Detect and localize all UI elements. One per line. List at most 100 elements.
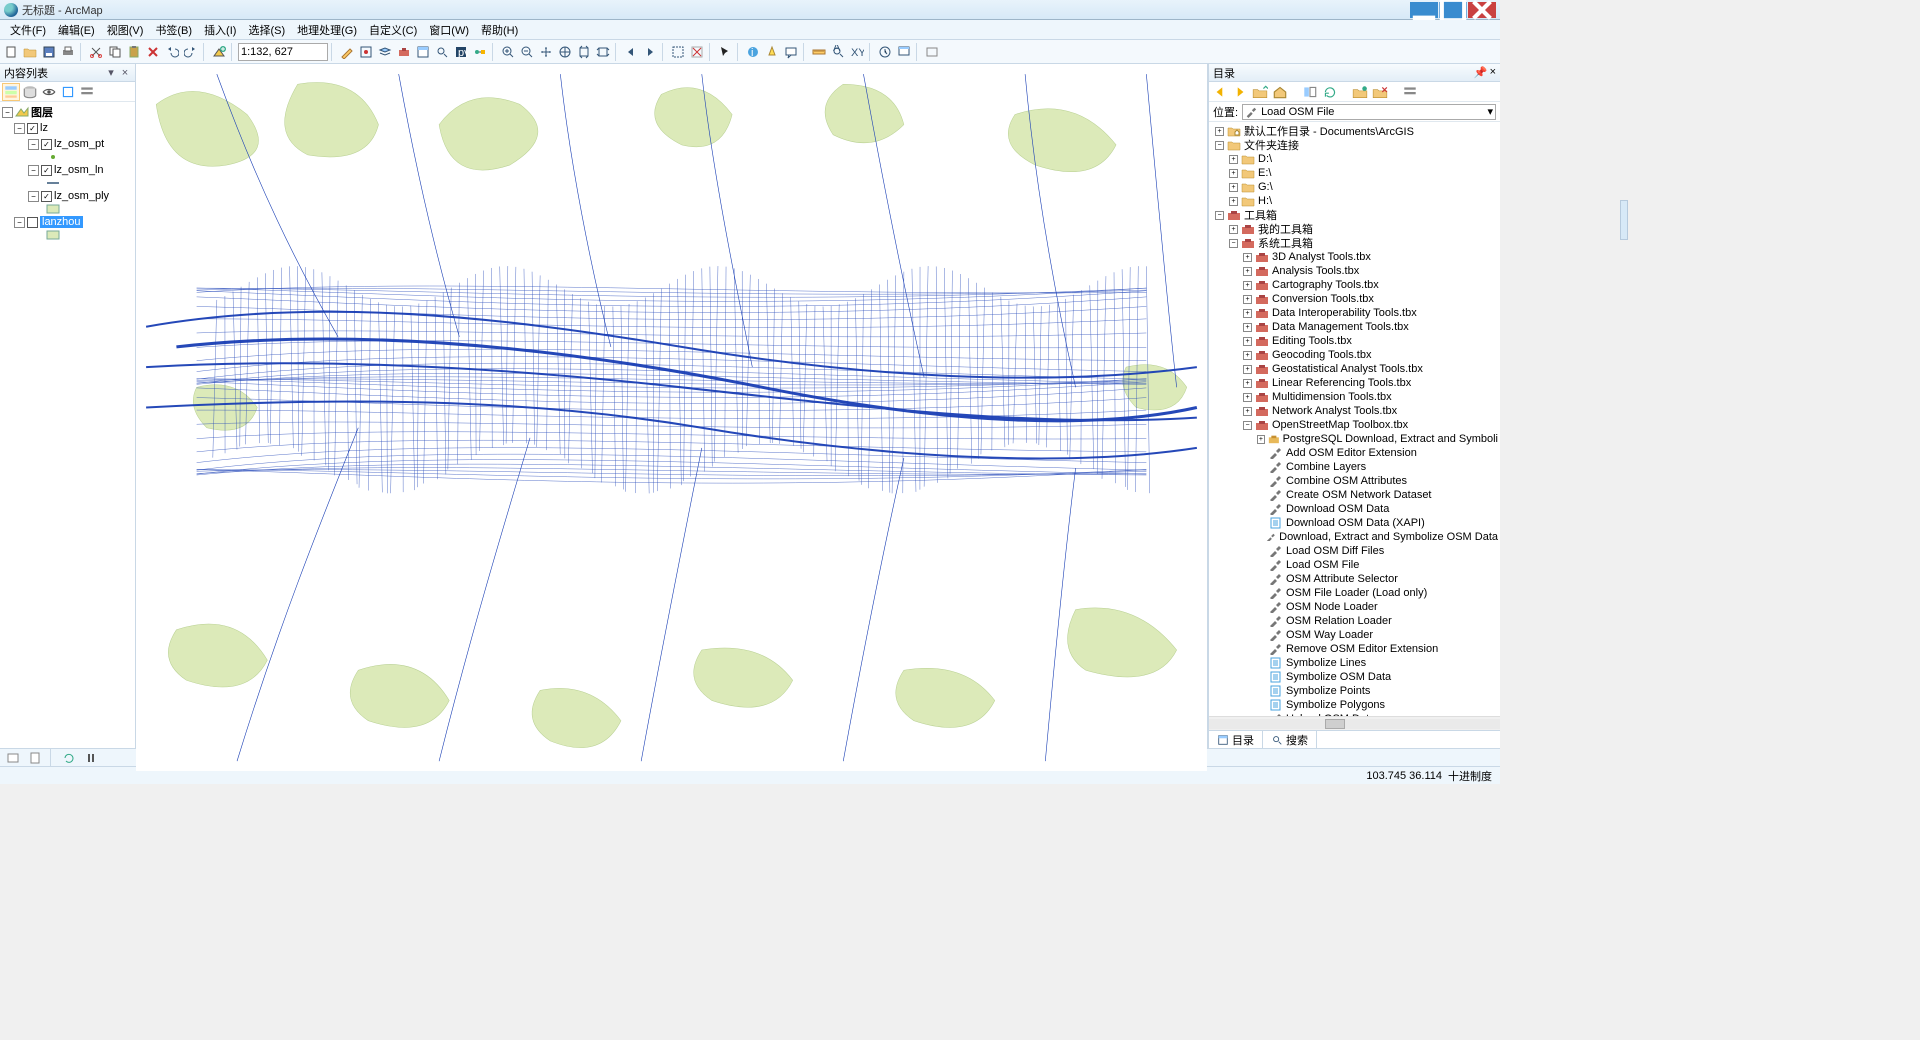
menu-0[interactable]: 文件(F) — [4, 20, 52, 40]
expander-icon[interactable]: + — [1243, 309, 1252, 318]
hyperlink-button[interactable] — [763, 43, 781, 61]
cut-button[interactable] — [87, 43, 105, 61]
expander-icon[interactable]: + — [1243, 323, 1252, 332]
catalog-node-label[interactable]: G:\ — [1258, 181, 1273, 193]
expander-icon[interactable]: + — [1243, 295, 1252, 304]
menu-1[interactable]: 编辑(E) — [52, 20, 101, 40]
save-button[interactable] — [40, 43, 58, 61]
expander-icon[interactable]: + — [1243, 407, 1252, 416]
catalog-collapse-handle[interactable] — [1620, 200, 1628, 240]
editor-toolbar-button[interactable] — [338, 43, 356, 61]
expander-icon[interactable]: − — [28, 191, 39, 202]
fixed-zoom-in-button[interactable] — [575, 43, 593, 61]
toc-options-button[interactable] — [78, 83, 96, 101]
expander-icon[interactable]: − — [2, 107, 13, 118]
catalog-tree[interactable]: +默认工作目录 - Documents\ArcGIS−文件夹连接+D:\+E:\… — [1209, 122, 1500, 716]
list-by-visibility-button[interactable] — [40, 83, 58, 101]
catalog-node-label[interactable]: OSM File Loader (Load only) — [1286, 587, 1427, 599]
catalog-node-label[interactable]: OSM Node Loader — [1286, 601, 1378, 613]
catalog-refresh-button[interactable] — [1321, 83, 1339, 101]
expander-icon[interactable]: + — [1243, 267, 1252, 276]
select-elements-button[interactable] — [716, 43, 734, 61]
fixed-zoom-out-button[interactable] — [594, 43, 612, 61]
disconnect-folder-button[interactable] — [1371, 83, 1389, 101]
find-button[interactable]: A — [829, 43, 847, 61]
layers-button[interactable] — [376, 43, 394, 61]
layer-label-selected[interactable]: lanzhou — [40, 216, 83, 228]
location-combobox[interactable]: Load OSM File ▾ — [1242, 104, 1496, 120]
layer-label[interactable]: lz_osm_ply — [54, 190, 109, 202]
catalog-node-label[interactable]: Conversion Tools.tbx — [1272, 293, 1374, 305]
catalog-close-button[interactable]: × — [1490, 66, 1496, 79]
dataframe-label[interactable]: 图层 — [31, 104, 53, 120]
catalog-node-label[interactable]: Remove OSM Editor Extension — [1286, 643, 1438, 655]
pause-drawing-button[interactable] — [82, 749, 100, 767]
connect-folder-button[interactable] — [1351, 83, 1369, 101]
catalog-node-label[interactable]: Symbolize Polygons — [1286, 699, 1385, 711]
add-data-button[interactable] — [210, 43, 228, 61]
catalog-node-label[interactable]: Geocoding Tools.tbx — [1272, 349, 1371, 361]
window-close-button[interactable] — [1468, 2, 1496, 18]
expander-icon[interactable]: + — [1229, 183, 1238, 192]
expander-icon[interactable]: − — [28, 139, 39, 150]
toc-close-button[interactable]: × — [119, 67, 131, 79]
paste-button[interactable] — [125, 43, 143, 61]
full-extent-button[interactable] — [556, 43, 574, 61]
print-button[interactable] — [59, 43, 77, 61]
layer-checkbox[interactable]: ✓ — [27, 123, 38, 134]
menu-9[interactable]: 帮助(H) — [475, 20, 524, 40]
redo-button[interactable] — [182, 43, 200, 61]
expander-icon[interactable]: − — [1215, 141, 1224, 150]
map-canvas[interactable] — [136, 64, 1207, 771]
catalog-back-button[interactable] — [1211, 83, 1229, 101]
catalog-node-label[interactable]: Network Analyst Tools.tbx — [1272, 405, 1397, 417]
expander-icon[interactable]: + — [1243, 365, 1252, 374]
menu-7[interactable]: 自定义(C) — [363, 20, 423, 40]
catalog-node-label[interactable]: Combine Layers — [1286, 461, 1366, 473]
catalog-node-label[interactable]: Download, Extract and Symbolize OSM Data — [1279, 531, 1498, 543]
expander-icon[interactable]: + — [1243, 393, 1252, 402]
copy-button[interactable] — [106, 43, 124, 61]
go-to-xy-button[interactable]: XY — [848, 43, 866, 61]
catalog-node-label[interactable]: OSM Attribute Selector — [1286, 573, 1398, 585]
catalog-node-label[interactable]: Symbolize Points — [1286, 685, 1370, 697]
catalog-pin-button[interactable]: 📌 — [1474, 66, 1488, 79]
measure-button[interactable] — [810, 43, 828, 61]
expander-icon[interactable]: − — [28, 165, 39, 176]
georef-button[interactable] — [357, 43, 375, 61]
catalog-node-label[interactable]: Load OSM Diff Files — [1286, 545, 1384, 557]
data-view-button[interactable] — [4, 749, 22, 767]
expander-icon[interactable]: + — [1243, 351, 1252, 360]
select-features-button[interactable] — [669, 43, 687, 61]
toc-tree[interactable]: − 图层 − ✓ lz −✓lz_osm_pt−✓lz_osm_ln−✓lz_o… — [0, 102, 135, 748]
catalog-node-label[interactable]: Symbolize OSM Data — [1286, 671, 1391, 683]
refresh-view-button[interactable] — [60, 749, 78, 767]
tab-catalog[interactable]: 目录 — [1209, 731, 1263, 749]
catalog-options-button[interactable] — [1401, 83, 1419, 101]
catalog-home-button[interactable] — [1271, 83, 1289, 101]
catalog-node-label[interactable]: Download OSM Data — [1286, 503, 1389, 515]
expander-icon[interactable]: − — [14, 217, 25, 228]
menu-5[interactable]: 选择(S) — [242, 20, 291, 40]
list-by-source-button[interactable] — [21, 83, 39, 101]
layer-label[interactable]: lz_osm_pt — [54, 138, 104, 150]
catalog-node-label[interactable]: E:\ — [1258, 167, 1271, 179]
catalog-node-label[interactable]: Symbolize Lines — [1286, 657, 1366, 669]
toggle-contents-button[interactable] — [1301, 83, 1319, 101]
catalog-node-label[interactable]: 系统工具箱 — [1258, 235, 1313, 251]
window-maximize-button[interactable] — [1439, 2, 1467, 18]
catalog-node-label[interactable]: Data Interoperability Tools.tbx — [1272, 307, 1417, 319]
list-by-selection-button[interactable] — [59, 83, 77, 101]
clear-selection-button[interactable] — [688, 43, 706, 61]
identify-button[interactable]: i — [744, 43, 762, 61]
expander-icon[interactable]: + — [1229, 155, 1238, 164]
zoom-out-button[interactable] — [518, 43, 536, 61]
expander-icon[interactable]: + — [1243, 337, 1252, 346]
expander-icon[interactable]: + — [1229, 169, 1238, 178]
catalog-horizontal-scrollbar[interactable] — [1209, 716, 1500, 730]
scale-combobox[interactable]: 1:132, 627 — [238, 43, 328, 61]
layer-checkbox[interactable]: ✓ — [41, 165, 52, 176]
toc-pin-button[interactable]: ▾ — [105, 67, 117, 79]
layer-label[interactable]: lz_osm_ln — [54, 164, 104, 176]
catalog-node-label[interactable]: Analysis Tools.tbx — [1272, 265, 1359, 277]
